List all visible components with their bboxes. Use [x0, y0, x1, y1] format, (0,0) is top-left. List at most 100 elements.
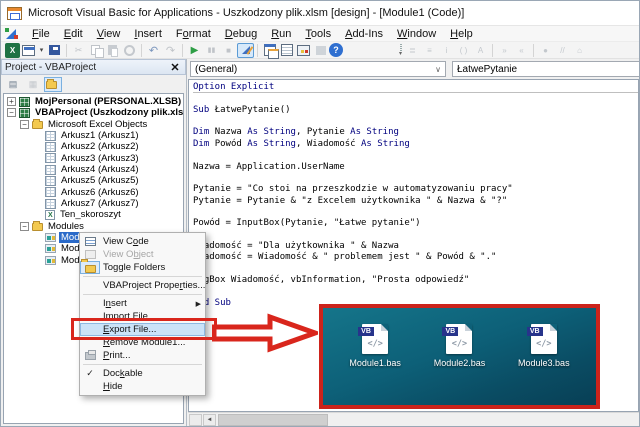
- menu-help[interactable]: Help: [443, 27, 480, 41]
- code-line: Dim Powód As String, Wiadomość As String: [193, 138, 410, 149]
- complete-word-icon: A: [477, 45, 484, 55]
- folder-open-icon: [32, 119, 43, 130]
- code-combo-row: (General) ∨ ŁatwePytanie: [188, 59, 639, 79]
- tree-item-arkusz7-arkusz7[interactable]: Arkusz7 (Arkusz7): [4, 198, 183, 209]
- project-explorer-icon[interactable]: [261, 43, 279, 59]
- desktop-file-module1-bas[interactable]: VB </> Module1.bas: [339, 324, 411, 368]
- tree-item-arkusz2-arkusz2[interactable]: Arkusz2 (Arkusz2): [4, 141, 183, 152]
- tree-item-microsoft-excel-objects[interactable]: − Microsoft Excel Objects: [4, 119, 183, 130]
- object-dropdown[interactable]: (General) ∨: [190, 61, 446, 77]
- collapse-icon[interactable]: −: [20, 221, 29, 231]
- tree-item-vbaproject-uszkodzony-plik-xlsm[interactable]: − VBAProject (Uszkodzony plik.xlsm): [4, 107, 183, 118]
- code-line: MsgBox Wiadomość, vbInformation, "Prosta…: [193, 275, 470, 286]
- context-item-insert[interactable]: Insert ▶: [80, 297, 205, 310]
- context-item-hide[interactable]: Hide: [80, 380, 205, 393]
- tree-item-label: Arkusz4 (Arkusz4): [61, 164, 139, 176]
- menu-tools[interactable]: Tools: [298, 27, 338, 41]
- context-item-vbaproject-properties[interactable]: VBAProject Properties...: [80, 279, 205, 292]
- undo-icon[interactable]: ↶: [145, 43, 162, 58]
- find-icon: [121, 43, 138, 58]
- toggle-folders-mini-button[interactable]: [44, 76, 62, 92]
- tree-item-arkusz6-arkusz6[interactable]: Arkusz6 (Arkusz6): [4, 187, 183, 198]
- tree-item-arkusz1-arkusz1[interactable]: Arkusz1 (Arkusz1): [4, 130, 183, 141]
- expand-icon[interactable]: +: [7, 97, 16, 107]
- tree-item-label: Arkusz2 (Arkusz2): [61, 141, 139, 153]
- menu-format[interactable]: Format: [169, 27, 218, 41]
- code-line: Option Explicit: [193, 82, 638, 94]
- help-icon[interactable]: ?: [329, 43, 343, 57]
- tree-item-label: Ten_skoroszyt: [60, 209, 121, 221]
- save-icon[interactable]: [46, 43, 63, 58]
- context-item-toggle-folders[interactable]: Toggle Folders: [80, 261, 205, 274]
- insert-userform-icon[interactable]: [20, 43, 37, 58]
- menu-debug[interactable]: Debug: [218, 27, 264, 41]
- tree-item-label: MojPersonal (PERSONAL.XLSB): [35, 96, 182, 108]
- list-constants-icon: ≡: [427, 45, 432, 55]
- project-panel-close-button[interactable]: ✕: [168, 61, 182, 74]
- context-item-label: Dockable: [103, 368, 143, 379]
- menu-run[interactable]: Run: [264, 27, 298, 41]
- vba-project-icon: [19, 96, 30, 107]
- redo-icon: ↷: [165, 44, 176, 57]
- tree-item-mojpersonal-personal-xlsb[interactable]: + MojPersonal (PERSONAL.XLSB): [4, 96, 183, 107]
- desktop-file-module2-bas[interactable]: VB </> Module2.bas: [423, 324, 495, 368]
- module-icon: [45, 244, 56, 254]
- tree-item-arkusz4-arkusz4[interactable]: Arkusz4 (Arkusz4): [4, 164, 183, 175]
- collapse-icon[interactable]: −: [20, 119, 29, 129]
- code-horizontal-scrollbar[interactable]: ◄: [188, 412, 639, 426]
- vb-badge: VB: [442, 327, 459, 336]
- view-object-mini-button: ▦: [28, 78, 38, 89]
- menu-insert[interactable]: Insert: [127, 27, 169, 41]
- tree-item-ten-skoroszyt[interactable]: Ten_skoroszyt: [4, 209, 183, 220]
- collapse-icon[interactable]: −: [7, 108, 16, 118]
- context-item-label: Toggle Folders: [103, 262, 166, 273]
- folder-open-icon: [84, 264, 96, 273]
- indent-icon: »: [502, 45, 507, 55]
- menu-add-ins[interactable]: Add-Ins: [338, 27, 390, 41]
- run-icon[interactable]: ▶: [186, 43, 203, 58]
- menu-edit[interactable]: Edit: [57, 27, 90, 41]
- scrollbar-split-box[interactable]: [189, 414, 202, 426]
- worksheet-icon: [45, 153, 56, 164]
- view-object-icon: [84, 250, 96, 259]
- context-item-label: Print...: [103, 350, 131, 361]
- menu-view[interactable]: View: [90, 27, 128, 41]
- menu-window[interactable]: Window: [390, 27, 443, 41]
- toolbox-icon: [312, 43, 329, 58]
- folder-icon: [46, 79, 57, 89]
- procedure-dropdown[interactable]: ŁatwePytanie: [452, 61, 639, 77]
- code-line: Sub ŁatwePytanie(): [193, 104, 291, 115]
- toolbar-separator: [141, 43, 142, 57]
- view-microsoft-excel-icon[interactable]: X: [5, 42, 20, 58]
- context-item-print[interactable]: Print...: [80, 349, 205, 362]
- tree-item-arkusz5-arkusz5[interactable]: Arkusz5 (Arkusz5): [4, 175, 183, 186]
- desktop-file-module3-bas[interactable]: VB </> Module3.bas: [508, 324, 580, 368]
- red-arrow: [212, 313, 318, 353]
- insert-dropdown-caret[interactable]: ▾: [37, 43, 46, 58]
- tree-item-modules[interactable]: − Modules: [4, 221, 183, 232]
- worksheet-icon: [45, 164, 56, 175]
- tree-item-arkusz3-arkusz3[interactable]: Arkusz3 (Arkusz3): [4, 153, 183, 164]
- view-code-icon: [84, 237, 96, 246]
- title-bar: Microsoft Visual Basic for Applications …: [1, 1, 639, 26]
- properties-window-icon[interactable]: [278, 43, 295, 58]
- design-mode-icon[interactable]: [237, 42, 254, 58]
- view-code-mini-button[interactable]: ▤: [4, 77, 22, 92]
- toolbar-separator: [66, 43, 67, 57]
- scrollbar-thumb[interactable]: [218, 414, 328, 426]
- menu-separator: [83, 294, 202, 295]
- scrollbar-left-arrow[interactable]: ◄: [203, 414, 216, 426]
- outdent-icon: «: [519, 45, 524, 55]
- code-glyph: </>: [451, 339, 468, 349]
- context-item-view-code[interactable]: View Code: [80, 235, 205, 248]
- menu-file[interactable]: File: [25, 27, 57, 41]
- context-item-dockable[interactable]: ✓ Dockable: [80, 367, 205, 380]
- vb-badge: VB: [526, 327, 543, 336]
- toolbar-overflow-chevron[interactable]: ▾: [399, 44, 402, 57]
- folder-open-icon: [32, 221, 43, 232]
- object-browser-icon[interactable]: [295, 43, 312, 58]
